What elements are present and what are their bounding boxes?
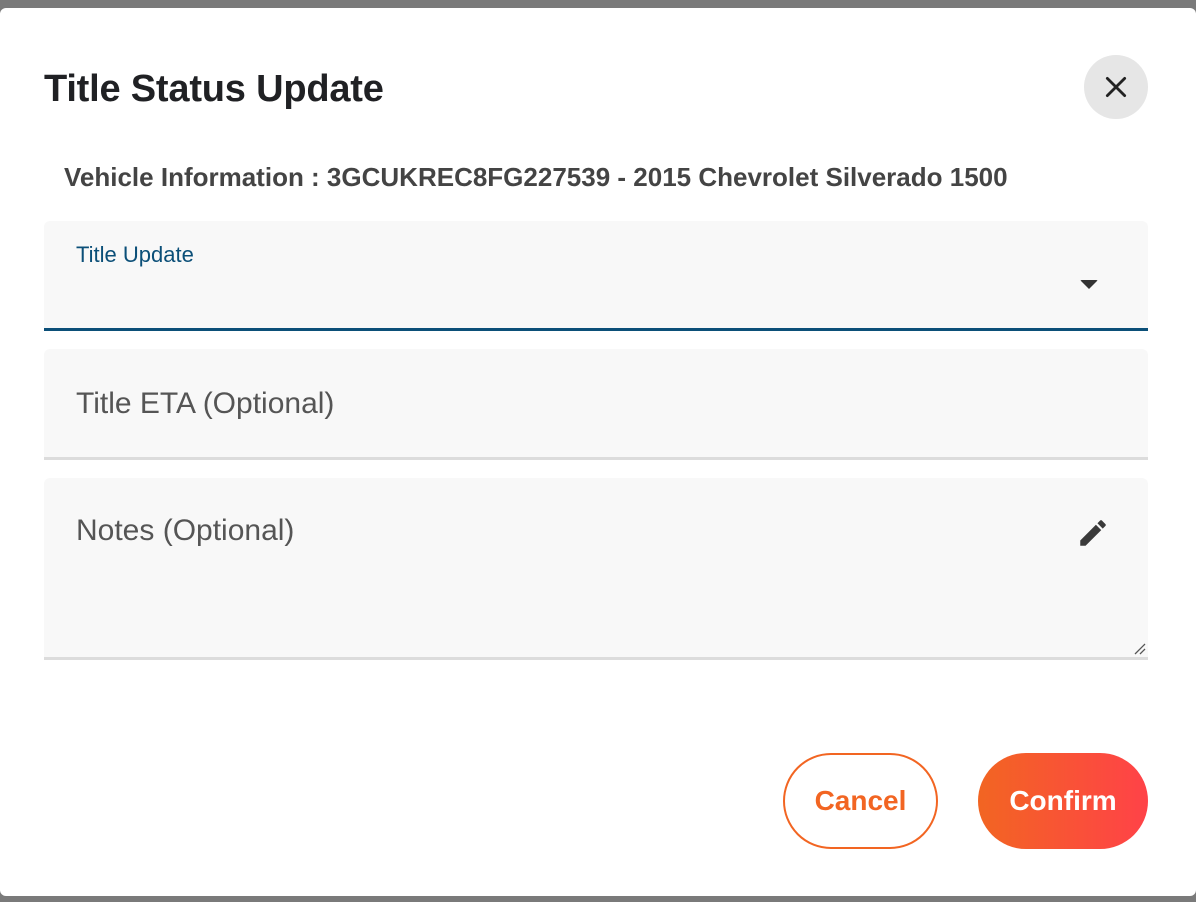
notes-placeholder: Notes (Optional) [76, 514, 295, 547]
title-update-select[interactable]: Title Update [44, 221, 1148, 331]
title-eta-placeholder: Title ETA (Optional) [76, 387, 335, 420]
close-button[interactable] [1084, 55, 1148, 119]
title-update-label: Title Update [76, 242, 194, 267]
confirm-button[interactable]: Confirm [978, 753, 1148, 849]
arrow-drop-down-icon[interactable] [1080, 280, 1098, 289]
edit-pencil-icon [1080, 520, 1106, 546]
notes-textarea[interactable]: Notes (Optional) [44, 478, 1148, 660]
title-eta-field[interactable]: Title ETA (Optional) [44, 349, 1148, 460]
close-icon [1105, 76, 1127, 98]
title-status-dialog: Title Status Update Vehicle Information … [0, 8, 1196, 896]
cancel-button[interactable]: Cancel [783, 753, 938, 849]
resize-handle-icon[interactable] [1130, 639, 1146, 655]
dialog-title: Title Status Update [44, 68, 384, 110]
vehicle-information: Vehicle Information : 3GCUKREC8FG227539 … [64, 162, 1008, 192]
